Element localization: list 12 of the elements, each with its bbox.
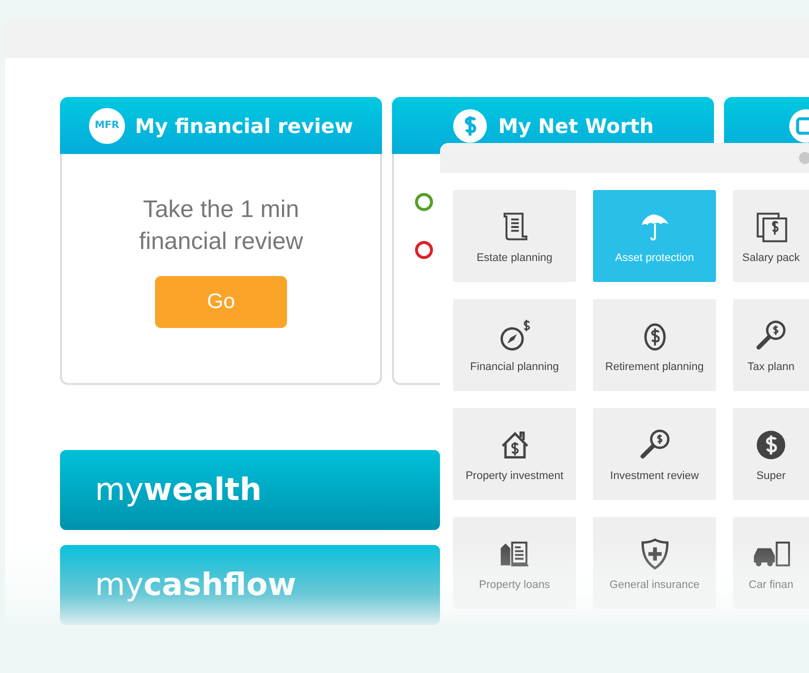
service-tile[interactable]: Super — [733, 408, 809, 500]
service-tile[interactable]: Retirement planning — [593, 299, 716, 391]
mfr-badge: MFR — [88, 108, 125, 144]
service-tile[interactable]: Investment review — [593, 408, 716, 500]
service-tile[interactable]: Financial planning — [453, 299, 576, 391]
service-tile[interactable]: Estate planning — [453, 190, 576, 282]
review-text: Take the 1 min financial review — [138, 195, 304, 257]
service-tile[interactable]: Salary pack — [733, 190, 809, 282]
service-tile[interactable]: Property investment — [453, 408, 576, 500]
card-title: My Net Worth — [498, 114, 654, 138]
service-tile[interactable]: Tax plann — [733, 299, 809, 391]
card-title: My financial review — [134, 114, 354, 138]
